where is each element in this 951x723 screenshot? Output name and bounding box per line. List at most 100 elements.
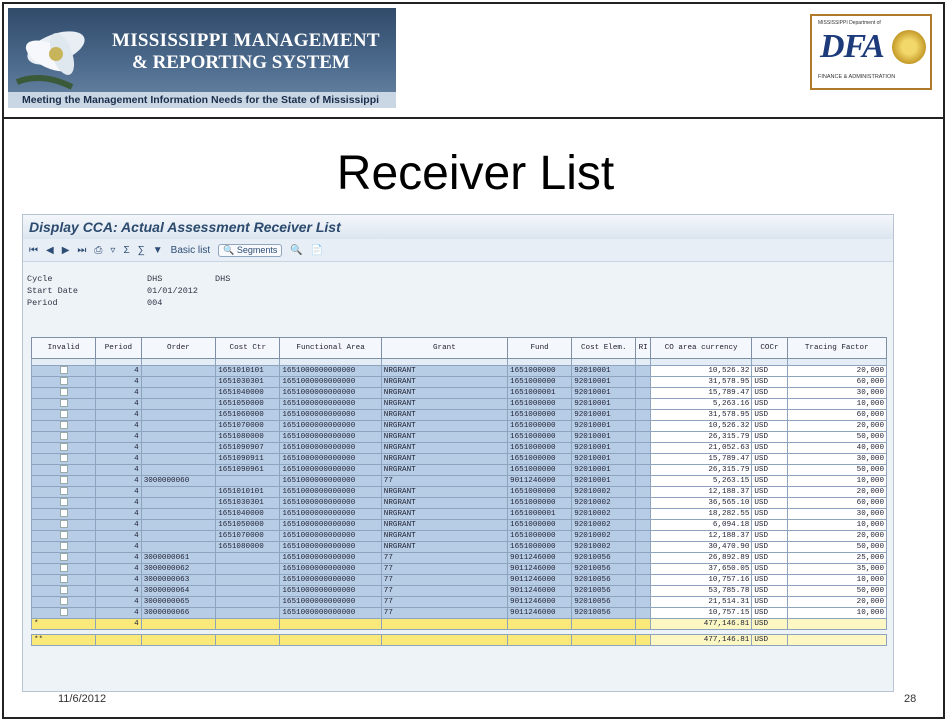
column-header[interactable]: Fund <box>507 337 573 359</box>
sum-icon[interactable]: Σ <box>123 245 129 256</box>
currency-cell: USD <box>751 409 788 421</box>
invalid-cell[interactable] <box>30 508 97 520</box>
table-row[interactable]: 4 3000000061 1651000000000000 77 9011246000 9… <box>30 552 888 564</box>
filter-icon[interactable]: ▿ <box>110 245 115 256</box>
invalid-cell[interactable] <box>30 486 97 498</box>
column-header[interactable]: Tracing Factor <box>786 337 888 359</box>
table-row[interactable]: 4 3000000063 1651000000000000 77 9011246000 9… <box>30 574 888 586</box>
invalid-checkbox[interactable] <box>59 597 68 605</box>
invalid-checkbox[interactable] <box>59 465 68 473</box>
table-row[interactable]: 4 1651080000 1651000000000000 NRGRANT 165100… <box>30 431 888 443</box>
table-row[interactable]: 4 1651090907 1651000000000000 NRGRANT 165100… <box>30 442 888 454</box>
table-row[interactable]: 4 3000000066 1651000000000000 77 9011246000 9… <box>30 607 888 619</box>
invalid-cell[interactable] <box>30 585 97 597</box>
table-row[interactable]: 4 1651010101 1651000000000000 NRGRANT 165100… <box>30 486 888 498</box>
subtotal-row[interactable]: * 4 477,146.81 USD <box>30 618 888 630</box>
sort-icon[interactable]: ▼ <box>153 245 163 256</box>
column-header[interactable]: Cost Elem. <box>571 337 637 359</box>
invalid-checkbox[interactable] <box>59 366 68 374</box>
column-header[interactable]: Grant <box>380 337 509 359</box>
invalid-cell[interactable] <box>30 365 97 377</box>
invalid-cell[interactable] <box>30 497 97 509</box>
column-header[interactable]: COCr <box>751 337 788 359</box>
previous-page-icon[interactable]: ◀ <box>46 245 54 256</box>
column-header[interactable]: Cost Ctr <box>215 337 281 359</box>
invalid-checkbox[interactable] <box>59 498 68 506</box>
table-row[interactable]: 4 1651090961 1651000000000000 NRGRANT 165100… <box>30 464 888 476</box>
invalid-cell[interactable] <box>30 541 97 553</box>
table-row[interactable]: 4 1651050000 1651000000000000 NRGRANT 165100… <box>30 398 888 410</box>
invalid-checkbox[interactable] <box>59 520 68 528</box>
table-row[interactable]: 4 1651040000 1651000000000000 NRGRANT 165100… <box>30 387 888 399</box>
segments-button[interactable]: 🔍 Segments <box>218 243 283 257</box>
invalid-cell[interactable] <box>30 409 97 421</box>
table-row[interactable]: 4 1651010101 1651000000000000 NRGRANT 165100… <box>30 365 888 377</box>
table-row[interactable]: 4 1651050000 1651000000000000 NRGRANT 165100… <box>30 519 888 531</box>
table-row[interactable]: 4 1651030301 1651000000000000 NRGRANT 165100… <box>30 376 888 388</box>
invalid-cell[interactable] <box>30 530 97 542</box>
invalid-checkbox[interactable] <box>59 487 68 495</box>
invalid-cell[interactable] <box>30 376 97 388</box>
invalid-cell[interactable] <box>30 420 97 432</box>
table-row[interactable]: 4 3000000060 1651000000000000 77 9011246000 9… <box>30 475 888 487</box>
column-header[interactable]: Functional Area <box>279 337 382 359</box>
invalid-cell[interactable] <box>30 607 97 619</box>
invalid-checkbox[interactable] <box>59 542 68 550</box>
ri-cell <box>635 574 651 586</box>
invalid-checkbox[interactable] <box>59 443 68 451</box>
first-page-icon[interactable]: ⏮ <box>29 245 38 256</box>
invalid-checkbox[interactable] <box>59 377 68 385</box>
invalid-checkbox[interactable] <box>59 564 68 572</box>
table-row[interactable]: 4 1651080000 1651000000000000 NRGRANT 165100… <box>30 541 888 553</box>
invalid-cell[interactable] <box>30 552 97 564</box>
table-row[interactable]: 4 1651070000 1651000000000000 NRGRANT 165100… <box>30 530 888 542</box>
print-icon[interactable]: ⎙ <box>94 245 102 256</box>
period-cell: 4 <box>95 453 142 465</box>
invalid-checkbox[interactable] <box>59 575 68 583</box>
basic-list-button[interactable]: Basic list <box>171 245 210 256</box>
search-icon[interactable]: 🔍 <box>290 245 302 256</box>
invalid-cell[interactable] <box>30 574 97 586</box>
table-row[interactable]: 4 3000000064 1651000000000000 77 9011246000 9… <box>30 585 888 597</box>
table-row[interactable]: 4 1651030301 1651000000000000 NRGRANT 165100… <box>30 497 888 509</box>
invalid-checkbox[interactable] <box>59 432 68 440</box>
invalid-cell[interactable] <box>30 387 97 399</box>
invalid-checkbox[interactable] <box>59 399 68 407</box>
invalid-cell[interactable] <box>30 442 97 454</box>
invalid-cell[interactable] <box>30 453 97 465</box>
invalid-checkbox[interactable] <box>59 608 68 616</box>
table-row[interactable]: 4 1651060000 1651000000000000 NRGRANT 165100… <box>30 409 888 421</box>
invalid-checkbox[interactable] <box>59 509 68 517</box>
invalid-checkbox[interactable] <box>59 553 68 561</box>
column-header[interactable]: Period <box>95 337 142 359</box>
invalid-cell[interactable] <box>30 431 97 443</box>
invalid-cell[interactable] <box>30 398 97 410</box>
column-header[interactable]: CO area currency <box>649 337 753 359</box>
invalid-cell[interactable] <box>30 475 97 487</box>
table-row[interactable]: 4 3000000065 1651000000000000 77 9011246000 9… <box>30 596 888 608</box>
table-row[interactable]: 4 1651090911 1651000000000000 NRGRANT 165100… <box>30 453 888 465</box>
subtotal-icon[interactable]: ∑ <box>138 245 145 256</box>
export-icon[interactable]: 📄 <box>311 245 323 256</box>
invalid-checkbox[interactable] <box>59 531 68 539</box>
invalid-checkbox[interactable] <box>59 586 68 594</box>
column-header[interactable]: RI <box>635 337 651 359</box>
table-row[interactable]: 4 1651040000 1651000000000000 NRGRANT 165100… <box>30 508 888 520</box>
last-page-icon[interactable]: ⏭ <box>77 245 86 256</box>
invalid-checkbox[interactable] <box>59 454 68 462</box>
invalid-checkbox[interactable] <box>59 388 68 396</box>
next-page-icon[interactable]: ▶ <box>62 245 70 256</box>
invalid-cell[interactable] <box>30 519 97 531</box>
column-header[interactable]: Order <box>140 337 217 359</box>
invalid-checkbox[interactable] <box>59 410 68 418</box>
invalid-cell[interactable] <box>30 464 97 476</box>
table-row[interactable]: 4 3000000062 1651000000000000 77 9011246000 9… <box>30 563 888 575</box>
total-row[interactable]: ** 477,146.81 USD <box>30 634 888 646</box>
invalid-checkbox[interactable] <box>59 421 68 429</box>
table-row[interactable]: 4 1651070000 1651000000000000 NRGRANT 165100… <box>30 420 888 432</box>
invalid-cell[interactable] <box>30 596 97 608</box>
column-header[interactable]: Invalid <box>30 337 97 359</box>
currency-cell: USD <box>751 574 788 586</box>
invalid-cell[interactable] <box>30 563 97 575</box>
invalid-checkbox[interactable] <box>59 476 68 484</box>
